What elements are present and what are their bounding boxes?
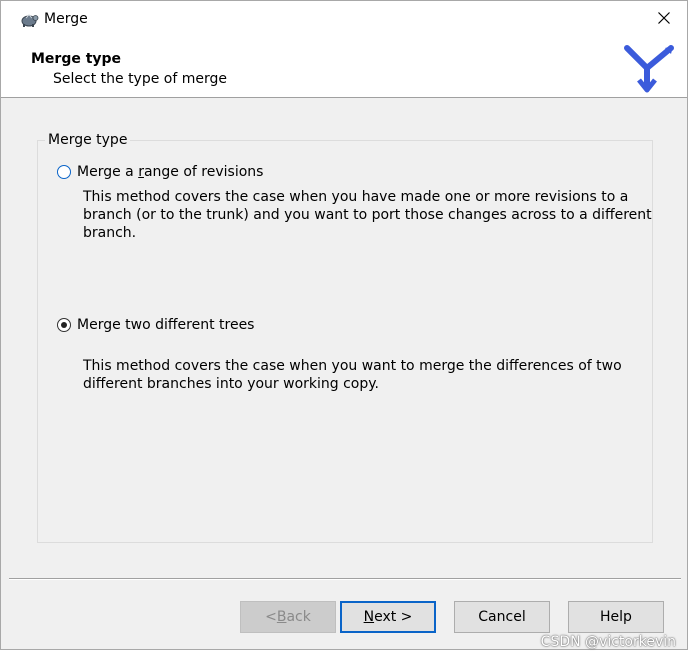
cancel-button[interactable]: Cancel xyxy=(454,601,550,633)
radio-merge-range[interactable]: Merge a range of revisions xyxy=(57,164,263,180)
radio-button-unchecked[interactable] xyxy=(57,165,71,179)
radio-button-checked[interactable] xyxy=(57,318,71,332)
next-button[interactable]: Next > xyxy=(340,601,436,633)
title-bar: Merge xyxy=(1,1,687,39)
close-icon xyxy=(658,12,670,28)
watermark-text: CSDN @victorkevin xyxy=(540,634,676,650)
merge-range-description: This method covers the case when you hav… xyxy=(83,188,652,242)
description-line: This method covers the case when you wan… xyxy=(83,358,622,374)
merge-arrows-icon xyxy=(623,42,675,94)
back-button[interactable]: < Back xyxy=(240,601,336,633)
description-line: branch (or to the trunk) and you want to… xyxy=(83,207,652,223)
radio-merge-two-trees[interactable]: Merge two different trees xyxy=(57,317,254,333)
wizard-header: Merge type Select the type of merge xyxy=(1,39,687,98)
group-legend: Merge type xyxy=(45,132,131,148)
window-title: Merge xyxy=(44,11,88,27)
merge-two-trees-description: This method covers the case when you wan… xyxy=(83,357,622,393)
footer-divider xyxy=(9,578,681,580)
merge-dialog: Merge Merge type Select the type of merg… xyxy=(0,0,688,650)
description-line: branch. xyxy=(83,225,137,241)
description-line: different branches into your working cop… xyxy=(83,376,379,392)
help-button[interactable]: Help xyxy=(568,601,664,633)
description-line: This method covers the case when you hav… xyxy=(83,189,629,205)
page-subtitle: Select the type of merge xyxy=(53,71,227,87)
radio-label-merge-two-trees: Merge two different trees xyxy=(77,317,255,333)
radio-label-merge-range: Merge a range of revisions xyxy=(77,164,264,180)
close-button[interactable] xyxy=(641,1,687,39)
tortoise-icon xyxy=(19,11,39,29)
page-title: Merge type xyxy=(31,51,122,67)
